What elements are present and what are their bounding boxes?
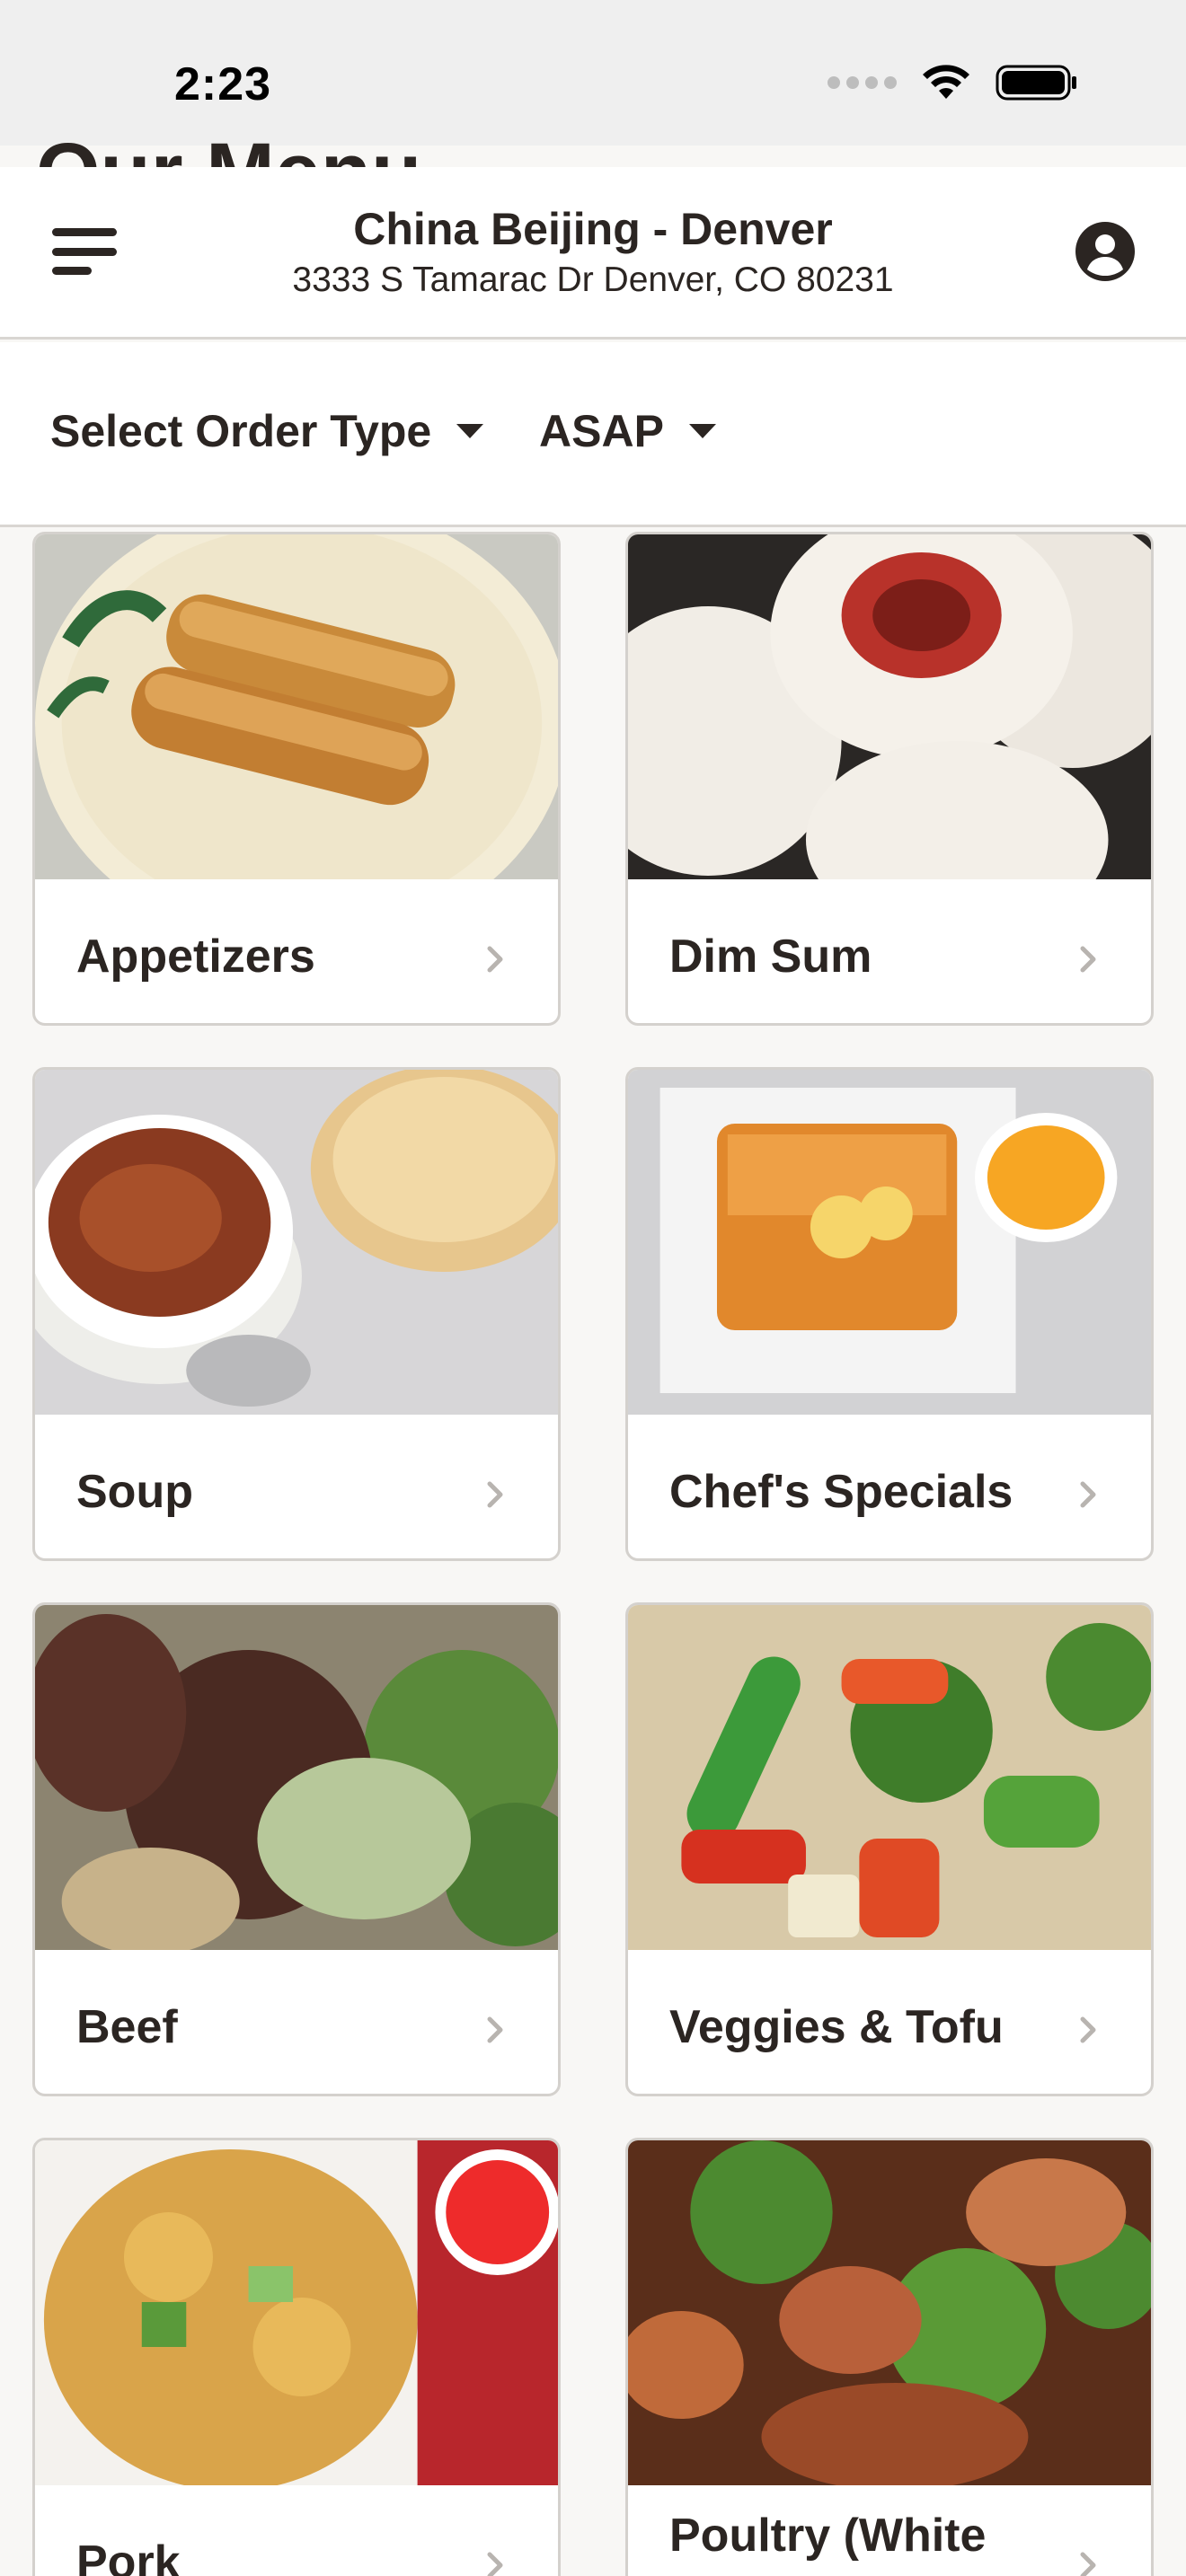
fried-chicken-lemon-image — [628, 1070, 1151, 1415]
restaurant-address: 3333 S Tamarac Dr Denver, CO 80231 — [292, 260, 894, 299]
header: China Beijing - Denver 3333 S Tamarac Dr… — [0, 167, 1186, 340]
egg-rolls-image — [35, 534, 558, 879]
order-options-bar: Select Order Type ASAP — [0, 342, 1186, 527]
account-icon[interactable] — [1075, 221, 1136, 282]
wifi-icon — [923, 65, 969, 99]
category-card-pork[interactable]: Pork — [32, 2138, 561, 2576]
category-label: Beef — [76, 2001, 178, 2053]
hot-sour-soup-image — [35, 1070, 558, 1415]
category-card-poultry[interactable]: Poultry (White — [625, 2138, 1154, 2576]
category-label: Dim Sum — [669, 931, 872, 983]
category-card-veggies-tofu[interactable]: Veggies & Tofu — [625, 1602, 1154, 2096]
order-type-dropdown[interactable]: Select Order Type — [50, 405, 484, 457]
stir-fried-vegetables-image — [628, 1605, 1151, 1950]
category-label: Poultry (White — [669, 2510, 987, 2562]
chevron-right-icon — [1080, 2552, 1096, 2576]
order-time-dropdown[interactable]: ASAP — [539, 405, 716, 457]
chicken-broccoli-image — [628, 2140, 1151, 2485]
chevron-right-icon — [1080, 2016, 1096, 2043]
category-label: Pork — [76, 2536, 181, 2576]
category-card-dim-sum[interactable]: Dim Sum — [625, 532, 1154, 1026]
chevron-right-icon — [487, 2552, 503, 2576]
category-card-appetizers[interactable]: Appetizers — [32, 532, 561, 1026]
status-bar: 2:23 — [0, 0, 1186, 146]
chevron-right-icon — [487, 2016, 503, 2043]
chevron-right-icon — [487, 946, 503, 973]
restaurant-name: China Beijing - Denver — [353, 204, 833, 254]
beef-broccoli-image — [35, 1605, 558, 1950]
caret-down-icon — [456, 424, 484, 438]
sweet-sour-pork-image — [35, 2140, 558, 2485]
category-label: Chef's Specials — [669, 1466, 1013, 1518]
status-icons — [828, 63, 1078, 102]
battery-icon — [996, 65, 1076, 101]
order-time-label: ASAP — [539, 406, 664, 456]
category-card-soup[interactable]: Soup — [32, 1067, 561, 1561]
category-label: Soup — [76, 1466, 193, 1518]
category-label: Appetizers — [76, 931, 315, 983]
app-screen: 2:23 Our Menu China Beijing - Denver 333… — [0, 0, 1186, 2576]
steamed-buns-image — [628, 534, 1151, 879]
order-type-label: Select Order Type — [50, 406, 432, 456]
status-time: 2:23 — [174, 58, 272, 110]
chevron-right-icon — [1080, 946, 1096, 973]
chevron-right-icon — [1080, 1481, 1096, 1508]
chevron-right-icon — [487, 1481, 503, 1508]
category-card-chefs-specials[interactable]: Chef's Specials — [625, 1067, 1154, 1561]
cellular-signal-icon — [828, 76, 897, 89]
category-label: Veggies & Tofu — [669, 2001, 1004, 2053]
category-card-beef[interactable]: Beef — [32, 1602, 561, 2096]
caret-down-icon — [688, 424, 716, 438]
